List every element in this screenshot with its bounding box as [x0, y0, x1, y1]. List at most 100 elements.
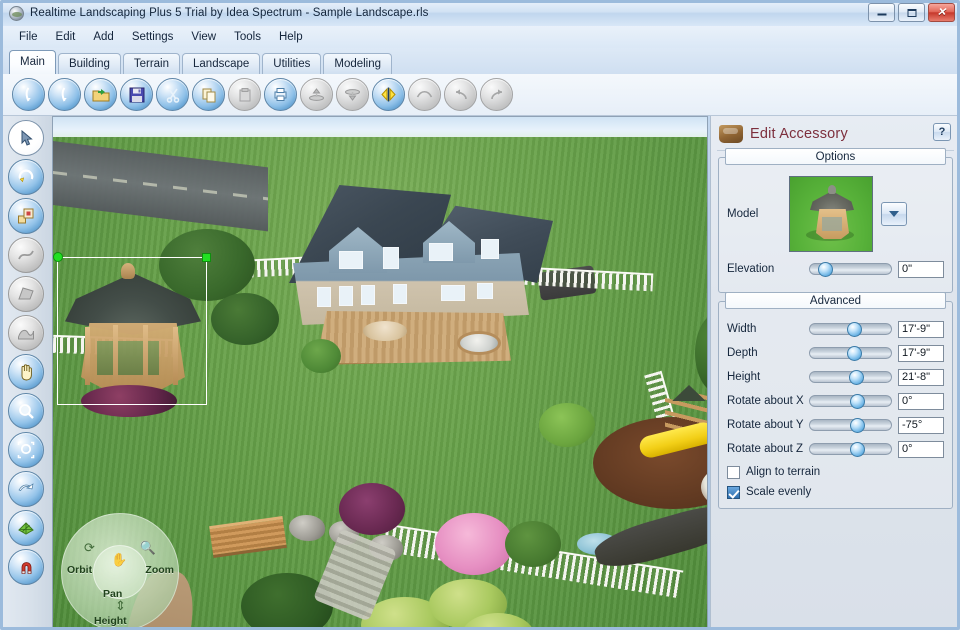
depth-slider[interactable] — [809, 346, 892, 361]
rotate-z-slider[interactable] — [809, 442, 892, 457]
help-button[interactable]: ? — [933, 123, 951, 141]
elevation-value[interactable]: 0" — [898, 260, 944, 278]
width-slider[interactable] — [809, 322, 892, 337]
nav-label-orbit[interactable]: Orbit — [67, 564, 92, 576]
door-3 — [361, 285, 375, 305]
mirror-icon[interactable] — [372, 78, 405, 111]
menu-item-add[interactable]: Add — [84, 29, 122, 45]
nav-label-height[interactable]: Height — [94, 615, 127, 627]
open-folder-icon[interactable] — [84, 78, 117, 111]
width-value[interactable]: 17'-9" — [898, 320, 944, 338]
navigation-wheel[interactable]: ⟳ 🔍 ⇕ ✋ Orbit Zoom Pan Height — [61, 513, 179, 629]
menu-item-help[interactable]: Help — [270, 29, 312, 45]
zoom-to-fit-tool[interactable] — [8, 432, 44, 468]
new-landscape-icon[interactable] — [12, 78, 45, 111]
minimize-icon — [877, 10, 886, 15]
tab-building[interactable]: Building — [57, 53, 121, 74]
maximize-button[interactable] — [898, 3, 925, 22]
height-value[interactable]: 21'-8" — [898, 368, 944, 386]
menu-item-edit[interactable]: Edit — [47, 29, 85, 45]
hot-tub — [457, 331, 501, 355]
magnet-snap-tool[interactable] — [8, 549, 44, 585]
chevron-down-icon — [889, 211, 899, 217]
menu-item-file[interactable]: File — [10, 29, 47, 45]
print-icon[interactable] — [264, 78, 297, 111]
save-floppy-icon[interactable] — [120, 78, 153, 111]
left-toolbar — [0, 116, 52, 630]
main-toolbar — [0, 74, 960, 116]
tree-green-right — [505, 521, 561, 567]
rotate-x-slider-knob[interactable] — [849, 394, 865, 409]
width-row: Width 17'-9" — [727, 320, 944, 338]
rotate-x-row: Rotate about X 0° — [727, 392, 944, 410]
select-arrow-tool[interactable] — [8, 120, 44, 156]
menu-item-tools[interactable]: Tools — [225, 29, 270, 45]
panel-title: Edit Accessory — [750, 126, 848, 142]
gazebo-column-4 — [173, 327, 178, 385]
viewport-3d[interactable]: ⟳ 🔍 ⇕ ✋ Orbit Zoom Pan Height — [52, 116, 708, 630]
height-glyph-icon: ⇕ — [115, 598, 126, 613]
window-upper-2 — [383, 247, 399, 269]
accessory-icon — [719, 125, 743, 143]
tab-landscape[interactable]: Landscape — [182, 53, 261, 74]
depth-slider-knob[interactable] — [847, 346, 863, 361]
close-button[interactable]: ✕ — [928, 3, 955, 22]
scale-evenly-row[interactable]: Scale evenly — [727, 484, 944, 500]
options-group: Options Model Elevation 0" — [718, 148, 953, 293]
rotate-x-slider[interactable] — [809, 394, 892, 409]
rotate-z-slider-knob[interactable] — [849, 442, 865, 457]
copy-icon[interactable] — [192, 78, 225, 111]
new-plan-icon[interactable] — [48, 78, 81, 111]
zoom-glyph-icon: 🔍 — [139, 540, 156, 555]
depth-value[interactable]: 17'-9" — [898, 344, 944, 362]
edit-accessory-panel: Edit Accessory ? Options Model Elevation… — [710, 116, 960, 630]
rotate-y-value[interactable]: -75° — [898, 416, 944, 434]
title-bar: Realtime Landscaping Plus 5 Trial by Ide… — [0, 0, 960, 26]
gazebo-column-1 — [85, 327, 90, 385]
width-slider-knob[interactable] — [847, 322, 863, 337]
zoom-magnifier-tool[interactable] — [8, 393, 44, 429]
rotate-z-row: Rotate about Z 0° — [727, 440, 944, 458]
gazebo-model[interactable] — [63, 263, 203, 403]
window-lower-2 — [477, 283, 493, 299]
window-upper-1 — [339, 251, 363, 269]
window-title: Realtime Landscaping Plus 5 Trial by Ide… — [30, 7, 429, 19]
rock-1 — [289, 515, 325, 541]
rotate-y-slider-knob[interactable] — [849, 418, 865, 433]
rotate-y-slider[interactable] — [809, 418, 892, 433]
align-to-terrain-checkbox[interactable] — [727, 465, 740, 479]
orbit-camera-tool[interactable] — [8, 471, 44, 507]
house-model[interactable] — [271, 165, 553, 365]
smooth-icon — [408, 78, 441, 111]
minimize-button[interactable] — [868, 3, 895, 22]
scale-evenly-checkbox[interactable] — [727, 485, 740, 499]
rotate-x-value[interactable]: 0° — [898, 392, 944, 410]
tab-main[interactable]: Main — [9, 50, 56, 74]
menu-item-settings[interactable]: Settings — [123, 29, 183, 45]
elevation-label: Elevation — [727, 263, 775, 275]
cut-scissors-icon[interactable] — [156, 78, 189, 111]
nav-label-zoom[interactable]: Zoom — [145, 564, 174, 576]
rotate-tool[interactable] — [8, 159, 44, 195]
menu-item-view[interactable]: View — [182, 29, 225, 45]
height-slider[interactable] — [809, 370, 892, 385]
tab-modeling[interactable]: Modeling — [323, 53, 393, 74]
elevation-slider[interactable] — [809, 262, 892, 277]
tab-utilities[interactable]: Utilities — [262, 53, 322, 74]
model-dropdown-button[interactable] — [881, 202, 907, 226]
height-slider-knob[interactable] — [848, 370, 864, 385]
nav-label-pan[interactable]: Pan — [103, 588, 122, 600]
thumbnail-gazebo-interior — [822, 217, 842, 231]
scale-evenly-label: Scale evenly — [746, 486, 812, 498]
grid-tool[interactable] — [8, 510, 44, 546]
rotate-z-value[interactable]: 0° — [898, 440, 944, 458]
elevation-slider-knob[interactable] — [818, 262, 834, 277]
copy-object-tool[interactable] — [8, 198, 44, 234]
gazebo-finial — [121, 263, 135, 279]
tab-terrain[interactable]: Terrain — [122, 53, 181, 74]
door-4 — [393, 284, 407, 304]
gazebo-column-2 — [113, 325, 118, 389]
pan-hand-tool[interactable] — [8, 354, 44, 390]
model-thumbnail[interactable] — [789, 176, 873, 252]
align-to-terrain-row[interactable]: Align to terrain — [727, 464, 944, 480]
